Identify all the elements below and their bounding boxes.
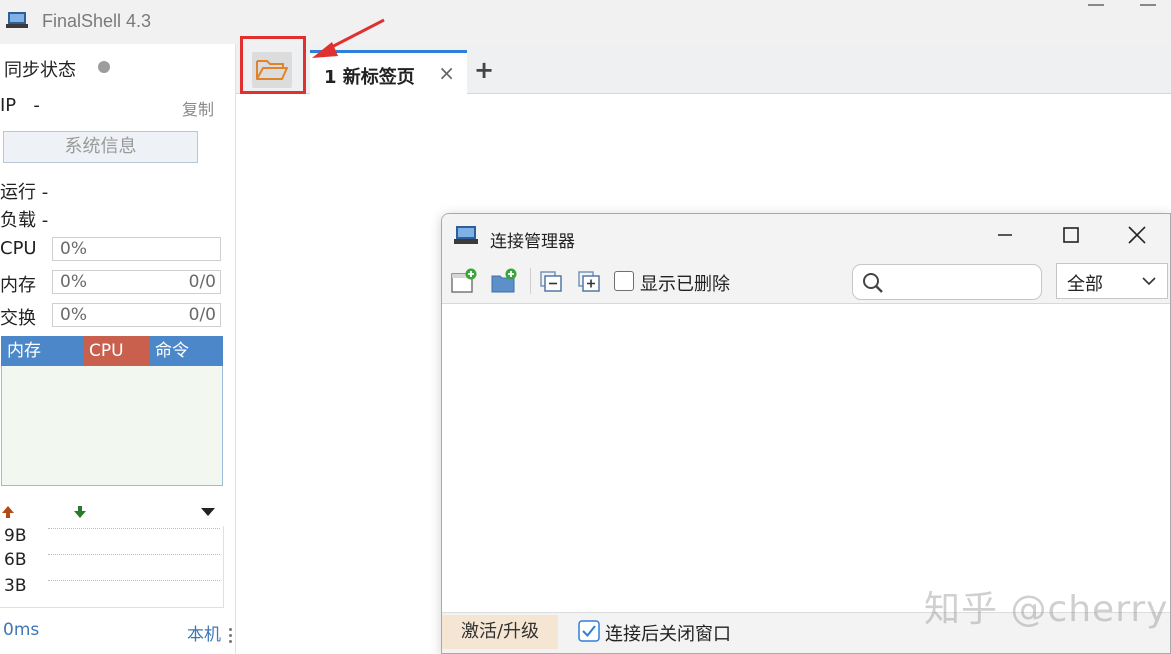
dialog-title: 连接管理器 (490, 232, 575, 252)
collapse-all-icon[interactable] (538, 268, 566, 294)
ip-label: IP - (0, 95, 40, 116)
process-tab-command[interactable]: 命令 (149, 336, 223, 366)
app-title: FinalShell 4.3 (42, 11, 152, 31)
arrow-down-icon (74, 506, 86, 518)
memory-label: 内存 (0, 275, 36, 296)
network-interface-dropdown-icon[interactable] (200, 506, 216, 518)
memory-percent: 0% (60, 272, 87, 292)
close-after-connect-checkbox[interactable] (578, 620, 600, 642)
net-scale-9b: 9B (4, 526, 27, 546)
filter-dropdown[interactable]: 全部 (1056, 263, 1168, 299)
maximize-icon[interactable] (1056, 220, 1086, 250)
ip-label-text: IP (0, 95, 17, 116)
copy-ip-button[interactable]: 复制 (182, 96, 214, 120)
process-tabs: 内存 CPU 命令 (1, 336, 223, 366)
annotation-arrow (312, 18, 385, 58)
memory-meter: 0% 0/0 (52, 270, 221, 294)
connection-list[interactable] (442, 304, 1170, 612)
show-deleted-checkbox[interactable] (614, 271, 634, 291)
net-scale-3b: 3B (4, 576, 27, 596)
search-input[interactable] (852, 264, 1042, 300)
process-list[interactable] (1, 366, 223, 486)
sidebar: 同步状态 IP - 复制 系统信息 运行 - 负载 - CPU 0% 内存 0%… (0, 44, 236, 654)
arrow-up-icon (2, 506, 14, 518)
title-bar: FinalShell 4.3 (0, 0, 1171, 44)
memory-ratio: 0/0 (188, 272, 216, 292)
watermark: 知乎 @cherry (924, 589, 1169, 630)
net-scale-6b: 6B (4, 550, 27, 570)
ip-value: - (33, 95, 40, 116)
network-header (0, 502, 222, 522)
host-label[interactable]: 本机 (187, 620, 221, 645)
app-icon (6, 12, 28, 28)
highlight-annotation-box (240, 36, 306, 94)
close-icon[interactable] (1122, 220, 1152, 250)
cpu-percent: 0% (60, 239, 87, 259)
swap-percent: 0% (60, 305, 87, 325)
swap-ratio: 0/0 (188, 305, 216, 325)
process-tab-memory[interactable]: 内存 (1, 336, 83, 366)
search-icon (863, 273, 883, 293)
toolbar-separator (530, 268, 531, 294)
minimize-icon[interactable] (990, 220, 1020, 250)
expand-all-icon[interactable] (576, 268, 604, 294)
load-label: 负载 - (0, 210, 49, 231)
sidebar-resize-handle[interactable] (229, 628, 233, 650)
network-graph: 9B 6B 3B (0, 526, 224, 608)
latency-value: 0ms (3, 620, 40, 640)
graph-gridline (48, 580, 220, 581)
window-minimize-hint[interactable] (1088, 4, 1104, 6)
chevron-down-icon (1142, 277, 1156, 286)
filter-value: 全部 (1067, 274, 1103, 295)
cpu-meter: 0% (52, 237, 221, 261)
dialog-toolbar: 显示已删除 全部 (442, 258, 1170, 304)
system-info-button[interactable]: 系统信息 (3, 131, 198, 163)
graph-gridline (48, 528, 220, 529)
swap-meter: 0% 0/0 (52, 303, 221, 327)
graph-gridline (48, 554, 220, 555)
cpu-label: CPU (0, 238, 37, 259)
sync-status-label: 同步状态 (4, 60, 76, 81)
uptime-label: 运行 - (0, 182, 49, 203)
process-tab-cpu[interactable]: CPU (83, 336, 149, 366)
sync-status-dot (98, 61, 110, 73)
add-tab-button[interactable]: + (474, 56, 494, 84)
window-close-hint[interactable] (1140, 4, 1156, 6)
close-after-connect-label: 连接后关闭窗口 (605, 624, 731, 645)
app-icon (454, 226, 478, 244)
dialog-title-bar: 连接管理器 (442, 214, 1170, 258)
show-deleted-label: 显示已删除 (640, 274, 730, 295)
new-folder-icon[interactable] (490, 268, 518, 294)
activate-upgrade-button[interactable]: 激活/升级 (442, 615, 558, 649)
new-connection-icon[interactable] (450, 268, 478, 294)
swap-label: 交换 (0, 308, 36, 329)
tab-close-icon[interactable]: × (438, 61, 455, 85)
tab-label: 1 新标签页 (324, 67, 415, 88)
